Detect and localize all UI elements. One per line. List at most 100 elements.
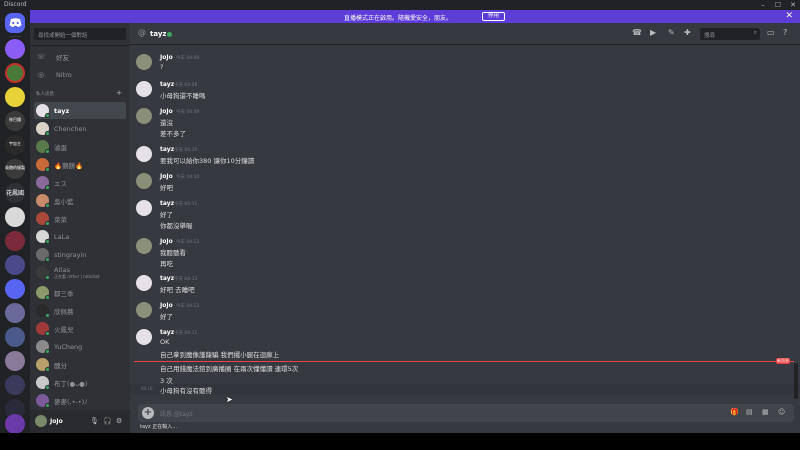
avatar xyxy=(36,212,50,226)
discord-logo-icon xyxy=(9,18,21,27)
nav-friends[interactable]: ☏ 好友 xyxy=(34,50,126,64)
message-author[interactable]: tayz xyxy=(160,329,174,336)
dm-item[interactable]: YuCheng xyxy=(34,338,126,355)
headset-icon[interactable]: 🎧 xyxy=(103,417,112,425)
message-author[interactable]: JoJo xyxy=(160,54,173,61)
dm-item[interactable]: 欣佩蕎 xyxy=(34,302,126,319)
status-indicator xyxy=(45,257,50,262)
dm-item[interactable]: stingrayin xyxy=(34,246,126,263)
dm-item[interactable]: 菜菜 xyxy=(34,210,126,227)
create-dm-button[interactable]: + xyxy=(116,89,122,97)
dm-item[interactable]: 鄒三季 xyxy=(34,284,126,301)
message-author[interactable]: JoJo xyxy=(160,108,173,115)
maximize-button[interactable]: ☐ xyxy=(771,0,785,10)
avatar xyxy=(36,140,50,154)
message-author[interactable]: JoJo xyxy=(160,302,173,309)
call-icon[interactable]: ☎ xyxy=(632,28,642,37)
dm-item[interactable]: エス xyxy=(34,174,126,191)
dm-item-name: 醜分 xyxy=(54,361,67,370)
message-author[interactable]: tayz xyxy=(160,81,174,88)
dm-item-texts: YuCheng xyxy=(54,343,82,351)
avatar[interactable] xyxy=(136,329,152,345)
message-author[interactable]: JoJo xyxy=(160,173,173,180)
help-icon[interactable]: ? xyxy=(783,28,787,37)
inbox-icon[interactable]: ▭ xyxy=(767,28,775,37)
dm-search-input[interactable]: 尋找或開始一個對話 xyxy=(34,28,126,40)
message-author[interactable]: JoJo xyxy=(160,238,173,245)
server-icon[interactable] xyxy=(5,327,25,347)
server-icon[interactable] xyxy=(5,375,25,395)
server-icon[interactable] xyxy=(5,255,25,275)
dm-item[interactable]: LaLa xyxy=(34,228,126,245)
gift-icon[interactable]: 🎁 xyxy=(730,408,739,416)
message-input[interactable]: 訊息 @tayz xyxy=(160,409,193,418)
avatar[interactable] xyxy=(136,54,152,70)
server-icon[interactable] xyxy=(5,87,25,107)
gif-icon[interactable]: ▤ xyxy=(746,408,753,416)
status-indicator xyxy=(45,349,50,354)
message-composer[interactable]: + 訊息 @tayz 🎁 ▤ ▦ ☺ xyxy=(138,404,794,422)
gear-icon[interactable]: ⚙ xyxy=(116,417,122,425)
avatar xyxy=(36,394,50,408)
avatar[interactable] xyxy=(136,238,152,254)
close-window-button[interactable]: ✕ xyxy=(786,0,800,10)
message-line: OK xyxy=(160,338,170,346)
emoji-icon[interactable]: ☺ xyxy=(778,408,785,416)
server-icon[interactable] xyxy=(5,39,25,59)
dm-item-name: 🔥鵝鵝🔥 xyxy=(54,161,84,170)
dm-item[interactable]: 麥麥(⁠,⁠•⁠-⁠•⁠)ﾉ xyxy=(34,392,126,409)
server-icon[interactable]: 宇宙主 xyxy=(5,135,25,155)
discord-home-button[interactable] xyxy=(5,13,25,33)
avatar[interactable] xyxy=(136,200,152,216)
server-icon[interactable] xyxy=(5,231,25,251)
upload-button[interactable]: + xyxy=(142,407,154,419)
minimize-button[interactable]: – xyxy=(756,0,770,10)
server-icon[interactable]: 花鳳國 xyxy=(5,183,25,203)
avatar[interactable] xyxy=(136,302,152,318)
sticker-icon[interactable]: ▦ xyxy=(762,408,769,416)
dm-item[interactable]: Chenchen xyxy=(34,120,126,137)
dm-item[interactable]: tayz xyxy=(34,102,126,119)
avatar[interactable] xyxy=(136,81,152,97)
dm-item[interactable]: 布丁(●ᴗ●) xyxy=(34,374,126,391)
avatar xyxy=(36,194,50,208)
server-icon[interactable]: 修巴鐵 xyxy=(5,111,25,131)
mic-icon[interactable]: 🎙 xyxy=(90,417,99,425)
avatar[interactable] xyxy=(136,146,152,162)
avatar xyxy=(36,304,50,318)
server-icon[interactable] xyxy=(5,207,25,227)
dm-item[interactable]: 滷蛋 xyxy=(34,138,126,155)
server-icon[interactable] xyxy=(5,63,25,83)
message-author[interactable]: tayz xyxy=(160,200,174,207)
avatar[interactable] xyxy=(136,173,152,189)
dm-item[interactable]: 醜分 xyxy=(34,356,126,373)
dm-item[interactable]: Atlas 正在看 /other | ratkcket xyxy=(34,264,126,281)
server-icon[interactable] xyxy=(5,414,25,433)
server-icon[interactable]: 吸飽的服製 xyxy=(5,159,25,179)
nav-nitro[interactable]: ◎ Nitro xyxy=(34,68,126,82)
pin-icon[interactable]: ✎ xyxy=(668,28,675,37)
dm-item[interactable]: 吳小藍 xyxy=(34,192,126,209)
server-separator xyxy=(9,36,21,37)
dm-item-texts: 吳小藍 xyxy=(54,196,74,206)
message-author[interactable]: tayz xyxy=(160,146,174,153)
chat-scrollbar[interactable] xyxy=(794,363,798,399)
close-banner-icon[interactable]: ✕ xyxy=(785,11,793,21)
video-icon[interactable]: ▶ xyxy=(650,28,656,37)
dm-item[interactable]: 火鳳兒 xyxy=(34,320,126,337)
server-icon[interactable] xyxy=(5,351,25,371)
avatar[interactable] xyxy=(136,108,152,124)
message-line: 差不多了 xyxy=(160,130,186,138)
username: JoJo xyxy=(50,418,63,425)
server-icon[interactable] xyxy=(5,303,25,323)
avatar[interactable] xyxy=(35,415,47,427)
disable-streamer-mode-button[interactable]: 停用 xyxy=(482,12,505,21)
message-author[interactable]: tayz xyxy=(160,275,174,282)
chat-area: @ tayz ☎ ▶ ✎ ✚ 搜尋 ⌕ ▭ ? JoJo 今天 04:08? tay… xyxy=(130,23,800,433)
add-member-icon[interactable]: ✚ xyxy=(684,28,691,37)
message-timestamp: 04:16 xyxy=(141,386,153,391)
dm-item[interactable]: 🔥鵝鵝🔥 xyxy=(34,156,126,173)
server-icon[interactable] xyxy=(5,279,25,299)
avatar[interactable] xyxy=(136,275,152,291)
search-input[interactable]: 搜尋 ⌕ xyxy=(700,28,760,40)
